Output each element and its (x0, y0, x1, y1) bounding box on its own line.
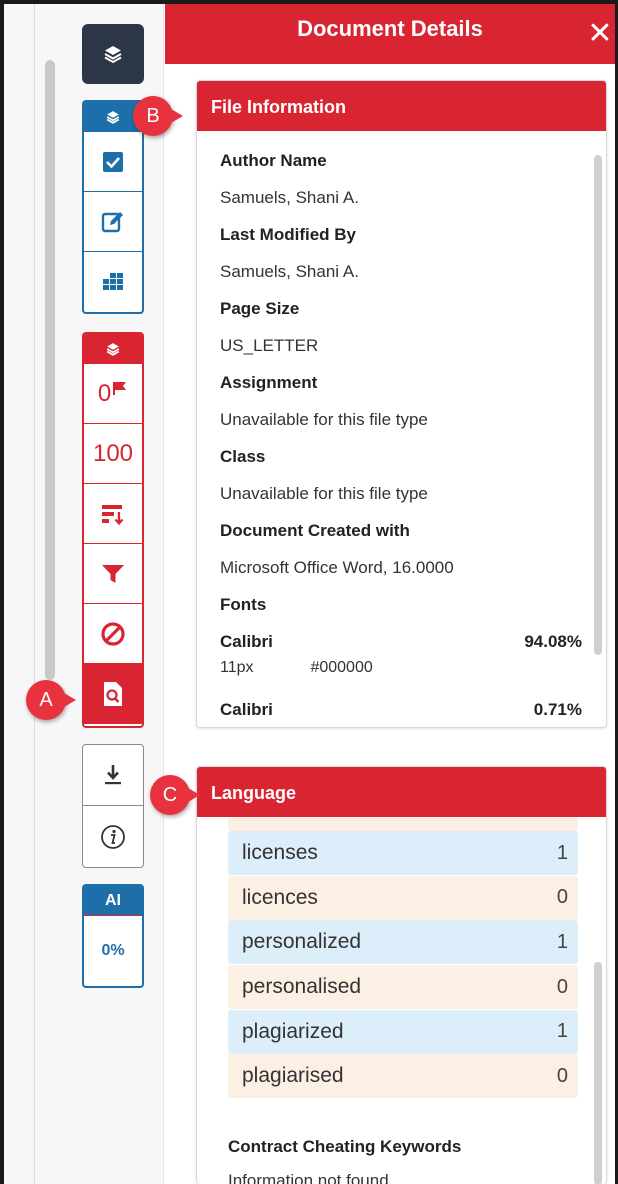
flag-count: 0 (97, 379, 112, 407)
font-name: Calibri (220, 700, 273, 719)
class-label: Class (220, 447, 266, 466)
language-count: 0 (556, 975, 568, 998)
list-item: personalized 1 (228, 920, 578, 965)
language-card: Language licence 0 licenses 1 licences 0… (196, 766, 607, 1184)
ai-writing-label: AI (84, 886, 142, 916)
list-item: plagiarized 1 (228, 1009, 578, 1054)
language-title: Language (197, 767, 606, 817)
document-search-icon (104, 682, 122, 706)
assignment-label: Assignment (220, 373, 318, 392)
layers-icon (106, 342, 120, 356)
panel-header: Document Details ✕ (165, 4, 615, 64)
similarity-score: 100 (92, 439, 134, 467)
layers-toggle-button[interactable] (82, 24, 144, 84)
list-item: plagiarised 0 (228, 1054, 578, 1099)
rail-scrollbar[interactable] (45, 60, 55, 680)
font-percent: 0.71% (533, 700, 582, 719)
file-information-scrollbar[interactable] (594, 155, 602, 655)
created-with-label: Document Created with (220, 521, 410, 540)
download-button[interactable] (83, 745, 143, 806)
callout-marker-b: B (133, 96, 183, 136)
utility-tool-group (82, 744, 144, 868)
rubric-button[interactable] (84, 252, 142, 312)
language-count: 1 (556, 841, 568, 864)
language-scrollbar[interactable] (594, 962, 602, 1184)
font-name: Calibri (220, 632, 273, 651)
language-word: licences (242, 885, 318, 909)
contract-cheating-value: Information not found (228, 1171, 389, 1184)
font-meta: 11px #000000 (220, 658, 567, 698)
marker-pointer (171, 109, 183, 123)
panel-title: Document Details (297, 16, 483, 41)
marker-label: C (162, 783, 178, 806)
font-row: Calibri 94.08% (220, 630, 582, 658)
list-item: personalised 0 (228, 965, 578, 1010)
class-value: Unavailable for this file type (220, 484, 428, 503)
file-information-card: File Information Author Name Samuels, Sh… (196, 80, 607, 728)
assignment-value: Unavailable for this file type (220, 410, 428, 429)
edit-icon (101, 211, 123, 232)
filter-button[interactable] (84, 544, 142, 604)
flags-button[interactable]: 0 (84, 364, 142, 424)
marker-pointer (188, 788, 200, 802)
language-count: 0 (556, 886, 568, 909)
file-information-body: Author Name Samuels, Shani A. Last Modif… (197, 131, 582, 726)
font-color: #000000 (310, 659, 373, 676)
info-icon (101, 824, 125, 849)
language-word: licenses (242, 841, 318, 864)
file-information-title: File Information (197, 81, 606, 131)
document-details-button[interactable] (84, 664, 142, 724)
font-size: 11px (220, 659, 254, 676)
language-word: personalised (242, 975, 362, 999)
filter-icon (102, 564, 124, 583)
last-modified-value: Samuels, Shani A. (220, 262, 359, 281)
list-item: licenses 1 (228, 831, 578, 875)
similarity-score-button[interactable]: 100 (84, 424, 142, 484)
callout-marker-a: A (26, 680, 76, 720)
font-row: Calibri 0.71% (220, 698, 582, 726)
feedback-edit-button[interactable] (84, 192, 142, 252)
exclusions-button[interactable] (84, 604, 142, 664)
marker-label: B (146, 104, 160, 127)
list-item: licence 0 (228, 817, 578, 831)
last-modified-label: Last Modified By (220, 225, 357, 244)
rail-divider (34, 4, 35, 1184)
checkbox-icon (103, 151, 123, 172)
grid-icon (103, 273, 123, 290)
grading-tool-group (82, 100, 144, 314)
language-word-list: licence 0 licenses 1 licences 0 personal… (228, 817, 578, 1099)
close-panel-button[interactable]: ✕ (585, 14, 615, 54)
flag-icon (113, 381, 127, 395)
match-overview-button[interactable] (84, 484, 142, 544)
language-word: personalized (242, 930, 362, 954)
quickmark-button[interactable] (84, 132, 142, 192)
prohibited-icon (101, 621, 125, 646)
layers-icon (104, 46, 122, 64)
language-count: 1 (556, 930, 568, 953)
font-percent: 94.08% (524, 632, 582, 651)
page-size-label: Page Size (220, 299, 300, 318)
marker-pointer (64, 693, 76, 707)
language-count: 0 (556, 1064, 568, 1087)
sort-bars-icon (102, 504, 124, 525)
list-item: licences 0 (228, 875, 578, 920)
info-button[interactable] (83, 806, 143, 867)
contract-cheating-title: Contract Cheating Keywords (228, 1137, 462, 1156)
ai-writing-score-button[interactable]: 0% (84, 916, 142, 986)
layers-icon (106, 110, 120, 124)
language-count: 1 (556, 1020, 568, 1043)
created-with-value: Microsoft Office Word, 16.0000 (220, 558, 454, 577)
language-word: plagiarized (242, 1019, 344, 1043)
author-name-value: Samuels, Shani A. (220, 188, 359, 207)
language-word: plagiarised (242, 1064, 344, 1088)
callout-marker-c: C (150, 775, 200, 815)
similarity-tool-group: 0 100 (82, 332, 144, 728)
similarity-layer-button[interactable] (84, 334, 142, 364)
ai-writing-group: AI 0% (82, 884, 144, 988)
page-size-value: US_LETTER (220, 336, 319, 355)
author-name-label: Author Name (220, 151, 327, 170)
download-icon (105, 765, 121, 785)
marker-label: A (39, 688, 53, 711)
fonts-label: Fonts (220, 595, 267, 614)
